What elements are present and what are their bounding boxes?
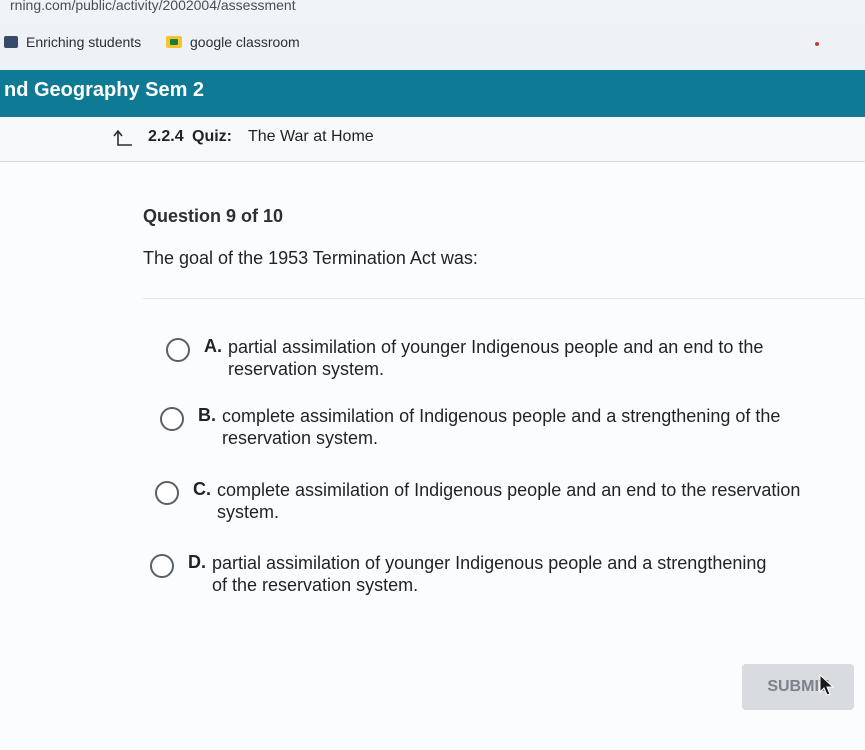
bookmarks-bar: Enriching students google classroom <box>0 24 865 71</box>
option-text: complete assimilation of Indigenous peop… <box>222 406 781 448</box>
dot-icon <box>815 42 819 46</box>
url-text: rning.com/public/activity/2002004/assess… <box>10 0 296 13</box>
radio-button[interactable] <box>166 338 190 362</box>
option-text: partial assimilation of younger Indigeno… <box>212 553 767 595</box>
address-bar[interactable]: rning.com/public/activity/2002004/assess… <box>0 0 865 24</box>
answer-option-b[interactable]: B. complete assimilation of Indigenous p… <box>160 405 825 449</box>
quiz-content: Question 9 of 10 The goal of the 1953 Te… <box>0 162 865 750</box>
activity-id: 2.2.4 <box>148 128 184 145</box>
option-text: complete assimilation of Indigenous peop… <box>217 480 801 522</box>
divider <box>143 298 865 299</box>
mouse-cursor-icon <box>819 674 835 696</box>
answer-option-a[interactable]: A. partial assimilation of younger Indig… <box>166 336 816 380</box>
bookmark-page-icon <box>4 36 18 48</box>
activity-type: Quiz: <box>192 128 232 145</box>
course-header: nd Geography Sem 2 <box>0 70 865 117</box>
submit-button[interactable]: SUBMIT <box>742 664 854 710</box>
option-letter: C. <box>193 479 211 499</box>
bookmark-enriching-students[interactable]: Enriching students <box>4 34 141 50</box>
answer-option-d[interactable]: D. partial assimilation of younger Indig… <box>150 552 770 596</box>
option-text: partial assimilation of younger Indigeno… <box>228 337 764 379</box>
radio-button[interactable] <box>160 407 184 431</box>
option-letter: A. <box>204 336 222 356</box>
course-title: nd Geography Sem 2 <box>4 79 205 101</box>
option-letter: B. <box>198 405 216 425</box>
activity-title: The War at Home <box>248 128 374 145</box>
google-classroom-icon <box>166 36 182 48</box>
activity-bar: 2.2.4 Quiz: The War at Home <box>0 117 865 162</box>
option-letter: D. <box>188 552 206 572</box>
question-prompt: The goal of the 1953 Termination Act was… <box>143 248 478 268</box>
up-arrow-icon[interactable] <box>112 127 134 149</box>
bookmark-google-classroom[interactable]: google classroom <box>166 34 300 50</box>
question-counter: Question 9 of 10 <box>143 206 284 226</box>
bookmark-label: Enriching students <box>26 34 142 50</box>
answer-option-c[interactable]: C. complete assimilation of Indigenous p… <box>155 479 810 523</box>
radio-button[interactable] <box>155 481 179 505</box>
bookmark-label: google classroom <box>190 34 300 50</box>
radio-button[interactable] <box>150 554 174 578</box>
